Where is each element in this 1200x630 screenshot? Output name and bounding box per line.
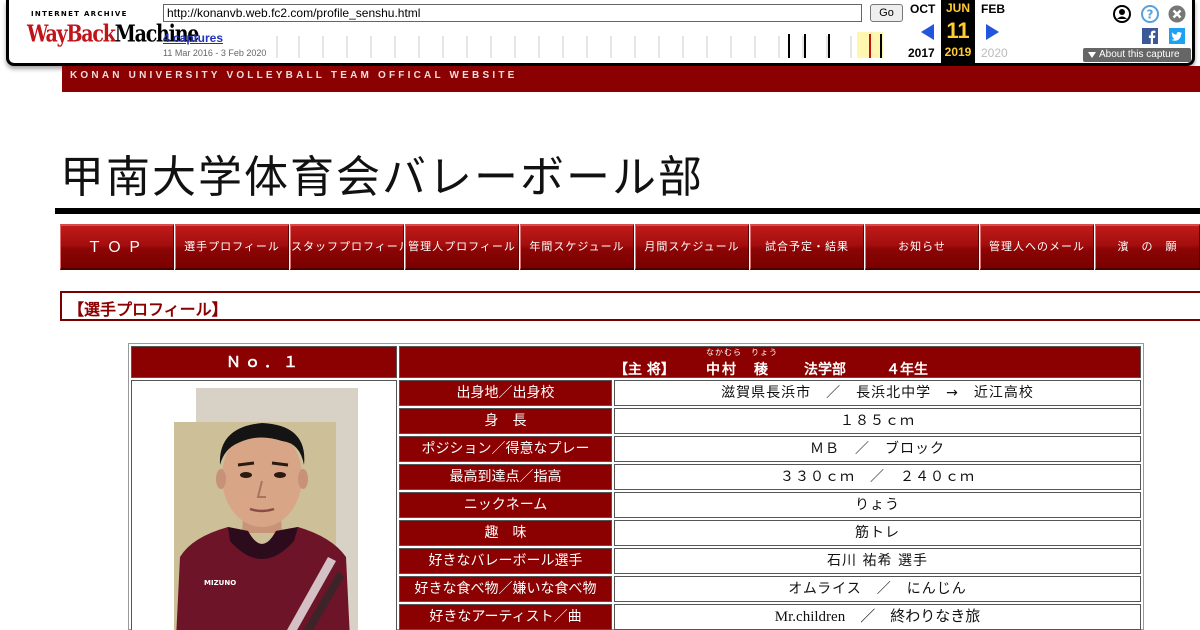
- label-favorite-player: 好きなバレーボール選手: [399, 548, 612, 574]
- label-nickname: ニックネーム: [399, 492, 612, 518]
- player-number: Ｎｏ．１: [131, 346, 397, 378]
- nav-news[interactable]: お知らせ: [865, 224, 979, 270]
- label-hometown-school: 出身地／出身校: [399, 380, 612, 406]
- value-position: ＭＢ ／ ブロック: [614, 436, 1141, 462]
- player-name-ruby: なかむら りょう: [706, 348, 778, 357]
- current-capture-date: JUN 11 2019: [941, 0, 975, 63]
- player-faculty: 法学部: [804, 362, 846, 378]
- user-icon[interactable]: [1113, 5, 1131, 23]
- player-profile-table: Ｎｏ．１ 【主 将】 なかむら りょう 中村 稜 法学部 ４年生 MIZUNO: [128, 343, 1144, 630]
- player-year: ４年生: [886, 362, 928, 378]
- value-favorite-player: 石川 祐希 選手: [614, 548, 1141, 574]
- value-nickname: りょう: [614, 492, 1141, 518]
- logo-wayback-word: WayBack: [27, 20, 116, 48]
- nav-admin-profile[interactable]: 管理人プロフィール: [405, 224, 519, 270]
- help-icon[interactable]: ?: [1141, 5, 1159, 23]
- prev-capture-arrow-icon[interactable]: [921, 24, 934, 40]
- site-title: 甲南大学体育会バレーボール部: [60, 152, 704, 203]
- current-month: JUN: [945, 1, 970, 15]
- section-heading: 【選手プロフィール】: [60, 291, 1200, 321]
- facebook-icon[interactable]: [1142, 28, 1158, 44]
- label-favorite-artist: 好きなアーティスト／曲: [399, 604, 612, 630]
- value-favorite-food: オムライス ／ にんじん: [614, 576, 1141, 602]
- captain-label: 【主 将】: [614, 362, 675, 378]
- prev-month-label[interactable]: OCT: [910, 2, 935, 16]
- nav-monthly-schedule[interactable]: 月間スケジュール: [635, 224, 749, 270]
- player-name-header: 【主 将】 なかむら りょう 中村 稜 法学部 ４年生: [399, 346, 1141, 378]
- next-month-label[interactable]: FEB: [981, 2, 1005, 16]
- nav-match-results[interactable]: 試合予定・結果: [750, 224, 864, 270]
- svg-text:MIZUNO: MIZUNO: [204, 579, 236, 587]
- wayback-logo[interactable]: INTERNET ARCHIVE WayBackMachine: [27, 8, 199, 50]
- value-height: １８５ｃｍ: [614, 408, 1141, 434]
- value-hometown-school: 滋賀県長浜市 ／ 長浜北中学 → 近江高校: [614, 380, 1141, 406]
- about-capture-button[interactable]: About this capture: [1083, 48, 1191, 62]
- value-reach: ３３０ｃｍ ／ ２４０ｃｍ: [614, 464, 1141, 490]
- next-year-label[interactable]: 2020: [981, 46, 1008, 60]
- wayback-url-input[interactable]: http://konanvb.web.fc2.com/profile_sensh…: [163, 4, 862, 22]
- current-day: 11: [946, 18, 970, 43]
- player-photo: MIZUNO: [174, 388, 358, 630]
- label-hobby: 趣 味: [399, 520, 612, 546]
- section-heading-text: 【選手プロフィール】: [68, 300, 228, 319]
- value-favorite-artist: Mr.children ／ 終わりなき旅: [614, 604, 1141, 630]
- nav-player-profile[interactable]: 選手プロフィール: [175, 224, 289, 270]
- close-icon[interactable]: [1168, 5, 1186, 23]
- logo-internet-archive-text: INTERNET ARCHIVE: [31, 10, 128, 18]
- site-bar-text: KONAN UNIVERSITY VOLLEYBALL TEAM OFFICAL…: [70, 70, 518, 81]
- captures-link[interactable]: 4 captures: [163, 31, 223, 45]
- svg-text:?: ?: [1147, 8, 1154, 22]
- label-position: ポジション／得意なプレー: [399, 436, 612, 462]
- current-year: 2019: [944, 45, 972, 59]
- capture-sparkline[interactable]: [275, 32, 883, 58]
- nav-staff-profile[interactable]: スタッフプロフィール: [290, 224, 404, 270]
- nav-mail-admin[interactable]: 管理人へのメール: [980, 224, 1094, 270]
- main-nav: ＴＯＰ 選手プロフィール スタッフプロフィール 管理人プロフィール 年間スケジュ…: [60, 224, 1200, 270]
- prev-year-label[interactable]: 2017: [908, 46, 935, 60]
- label-height: 身 長: [399, 408, 612, 434]
- label-favorite-food: 好きな食べ物／嫌いな食べ物: [399, 576, 612, 602]
- label-reach: 最高到達点／指高: [399, 464, 612, 490]
- next-capture-arrow-icon[interactable]: [986, 24, 999, 40]
- site-top-bar: KONAN UNIVERSITY VOLLEYBALL TEAM OFFICAL…: [62, 66, 1200, 92]
- nav-extra[interactable]: 濱 の 願: [1095, 224, 1200, 270]
- player-photo-cell: MIZUNO: [131, 380, 397, 630]
- nav-top[interactable]: ＴＯＰ: [60, 224, 174, 270]
- value-hobby: 筋トレ: [614, 520, 1141, 546]
- title-divider: [55, 208, 1200, 214]
- wayback-toolbar: INTERNET ARCHIVE WayBackMachine http://k…: [6, 0, 1195, 66]
- twitter-icon[interactable]: [1169, 28, 1185, 44]
- nav-annual-schedule[interactable]: 年間スケジュール: [520, 224, 634, 270]
- wayback-go-button[interactable]: Go: [870, 4, 903, 22]
- player-name: 中村 稜: [706, 362, 770, 378]
- capture-range: 11 Mar 2016 - 3 Feb 2020: [163, 48, 267, 58]
